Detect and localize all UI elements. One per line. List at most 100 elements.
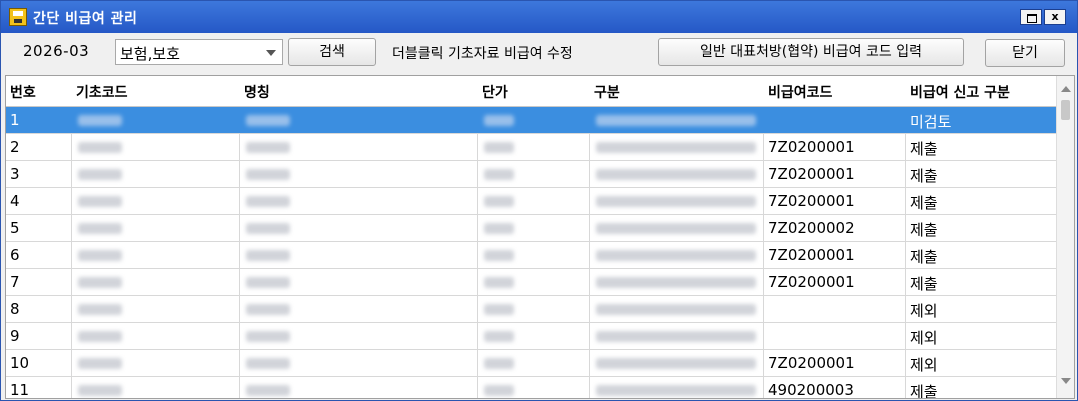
redacted-cell <box>596 169 756 180</box>
redacted-cell <box>484 385 514 396</box>
table-row[interactable]: 6 7Z0200001 제출 <box>6 242 1056 269</box>
row-report-status: 제출 <box>910 248 938 266</box>
close-window-button[interactable]: x <box>1044 9 1066 25</box>
toolbar: 2026-03 보험,보호 검색 더블클릭 기초자료 비급여 수정 일반 대표처… <box>1 33 1077 73</box>
search-button[interactable]: 검색 <box>288 38 376 66</box>
title-bar[interactable]: 간단 비급여 관리 x <box>1 1 1077 33</box>
redacted-cell <box>484 358 514 369</box>
redacted-cell <box>596 142 756 153</box>
redacted-cell <box>246 115 290 126</box>
row-non-covered-code: 7Z0200001 <box>768 138 855 156</box>
row-report-status: 제출 <box>910 275 938 293</box>
scroll-thumb[interactable] <box>1061 100 1070 120</box>
row-report-status: 제출 <box>910 140 938 158</box>
period-field[interactable]: 2026-03 <box>23 42 89 60</box>
table-row[interactable]: 11 490200003 제출 <box>6 377 1056 399</box>
header-category[interactable]: 구분 <box>594 82 620 102</box>
header-non-covered-code[interactable]: 비급여코드 <box>768 82 832 102</box>
redacted-cell <box>596 196 756 207</box>
redacted-cell <box>78 304 122 315</box>
table-row[interactable]: 4 7Z0200001 제출 <box>6 188 1056 215</box>
row-non-covered-code: 7Z0200001 <box>768 165 855 183</box>
table-row[interactable]: 9 제외 <box>6 323 1056 350</box>
redacted-cell <box>246 358 290 369</box>
header-name[interactable]: 명칭 <box>244 82 270 102</box>
redacted-cell <box>78 385 122 396</box>
redacted-cell <box>78 196 122 207</box>
redacted-cell <box>484 277 514 288</box>
row-number: 11 <box>10 381 30 399</box>
redacted-cell <box>596 331 756 342</box>
scroll-down-icon[interactable] <box>1061 378 1071 384</box>
row-number: 10 <box>10 354 30 372</box>
redacted-cell <box>246 250 290 261</box>
row-report-status: 미검토 <box>910 113 952 131</box>
redacted-cell <box>596 223 756 234</box>
row-number: 2 <box>10 138 20 156</box>
maximize-button[interactable] <box>1020 9 1042 25</box>
redacted-cell <box>78 331 122 342</box>
table-row[interactable]: 8 제외 <box>6 296 1056 323</box>
header-base-code[interactable]: 기초코드 <box>76 82 128 102</box>
double-click-hint: 더블클릭 기초자료 비급여 수정 <box>392 46 573 62</box>
close-button[interactable]: 닫기 <box>985 39 1065 67</box>
row-report-status: 제출 <box>910 194 938 212</box>
redacted-cell <box>484 169 514 180</box>
redacted-cell <box>246 142 290 153</box>
row-non-covered-code: 7Z0200002 <box>768 219 855 237</box>
redacted-cell <box>596 250 756 261</box>
table-row[interactable]: 7 7Z0200001 제출 <box>6 269 1056 296</box>
row-report-status: 제외 <box>910 302 938 320</box>
redacted-cell <box>484 250 514 261</box>
redacted-cell <box>246 331 290 342</box>
save-disk-icon <box>9 8 27 26</box>
redacted-cell <box>246 169 290 180</box>
row-report-status: 제출 <box>910 383 938 399</box>
header-unit-price[interactable]: 단가 <box>482 82 508 102</box>
row-non-covered-code: 7Z0200001 <box>768 354 855 372</box>
row-report-status: 제외 <box>910 356 938 374</box>
redacted-cell <box>484 196 514 207</box>
register-code-button[interactable]: 일반 대표처방(협약) 비급여 코드 입력 <box>658 38 964 66</box>
table-row[interactable]: 1 미검토 <box>6 107 1056 134</box>
table-row[interactable]: 3 7Z0200001 제출 <box>6 161 1056 188</box>
header-report-status[interactable]: 비급여 신고 구분 <box>910 82 1010 102</box>
table-row[interactable]: 10 7Z0200001 제외 <box>6 350 1056 377</box>
header-number[interactable]: 번호 <box>10 82 36 102</box>
redacted-cell <box>596 358 756 369</box>
redacted-cell <box>484 115 514 126</box>
dropdown-arrow-icon <box>266 50 276 56</box>
row-report-status: 제출 <box>910 167 938 185</box>
redacted-cell <box>484 223 514 234</box>
row-non-covered-code: 490200003 <box>768 381 854 399</box>
redacted-cell <box>484 331 514 342</box>
redacted-cell <box>246 223 290 234</box>
non-covered-manager-window: 간단 비급여 관리 x 2026-03 보험,보호 검색 더블클릭 기초자료 비… <box>0 0 1078 401</box>
row-number: 5 <box>10 219 20 237</box>
scroll-up-icon[interactable] <box>1061 86 1071 92</box>
redacted-cell <box>78 277 122 288</box>
row-number: 6 <box>10 246 20 264</box>
redacted-cell <box>246 196 290 207</box>
row-number: 4 <box>10 192 20 210</box>
redacted-cell <box>596 304 756 315</box>
redacted-cell <box>78 142 122 153</box>
redacted-cell <box>246 277 290 288</box>
row-report-status: 제외 <box>910 329 938 347</box>
window-title: 간단 비급여 관리 <box>33 11 138 27</box>
table-row[interactable]: 2 7Z0200001 제출 <box>6 134 1056 161</box>
table-row[interactable]: 5 7Z0200002 제출 <box>6 215 1056 242</box>
category-select-value: 보험,보호 <box>120 45 180 63</box>
redacted-cell <box>78 115 122 126</box>
redacted-cell <box>78 358 122 369</box>
category-select[interactable]: 보험,보호 <box>115 39 283 65</box>
vertical-scrollbar[interactable] <box>1056 76 1074 398</box>
table-header: 번호 기초코드 명칭 단가 구분 비급여코드 비급여 신고 구분 <box>6 76 1056 107</box>
row-non-covered-code: 7Z0200001 <box>768 192 855 210</box>
redacted-cell <box>78 169 122 180</box>
redacted-cell <box>78 250 122 261</box>
row-number: 7 <box>10 273 20 291</box>
non-covered-table[interactable]: 번호 기초코드 명칭 단가 구분 비급여코드 비급여 신고 구분 1 미검토 2 7Z… <box>5 75 1075 399</box>
redacted-cell <box>484 142 514 153</box>
row-number: 1 <box>10 111 20 129</box>
